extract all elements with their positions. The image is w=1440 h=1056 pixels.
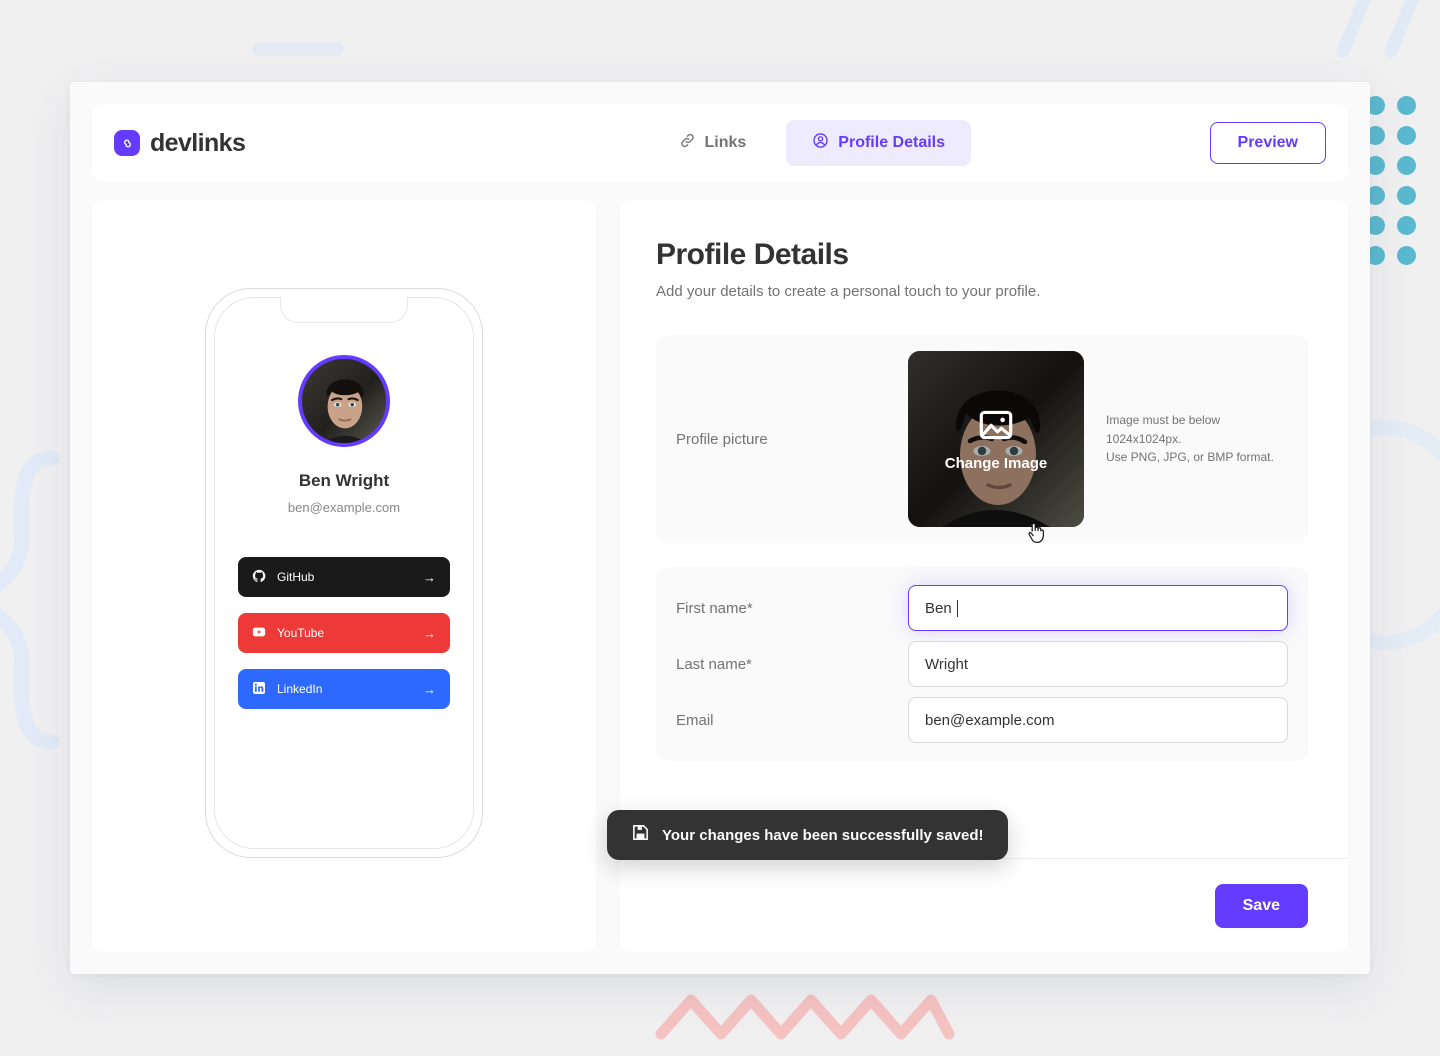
app-header: devlinks Links Profile Details Preview	[92, 104, 1348, 182]
brand-name: devlinks	[150, 128, 246, 157]
preview-link-github[interactable]: GitHub →	[238, 557, 450, 597]
preview-links-list: GitHub → YouTube → LinkedIn →	[238, 557, 450, 709]
avatar	[298, 355, 390, 447]
deco-slash-icon	[1382, 0, 1435, 60]
youtube-icon	[252, 625, 266, 642]
preview-name: Ben Wright	[298, 471, 390, 490]
first-name-value: Ben	[925, 599, 952, 617]
preview-email: ben@example.com	[287, 500, 401, 515]
arrow-right-icon: →	[423, 625, 436, 641]
deco-dot-grid	[1366, 96, 1418, 276]
last-name-label: Last name*	[676, 655, 752, 673]
deco-brace-icon	[0, 450, 60, 750]
page-subtitle: Add your details to create a personal to…	[656, 283, 1041, 300]
toast-notification: Your changes have been successfully save…	[607, 810, 1008, 860]
deco-zigzag-icon	[655, 994, 955, 1040]
hint-line-1: Image must be below 1024x1024px.	[1106, 413, 1221, 446]
email-input[interactable]	[908, 697, 1288, 743]
preview-link-label: LinkedIn	[277, 682, 323, 696]
field-row-last-name: Last name*	[676, 641, 1288, 687]
hint-line-2: Use PNG, JPG, or BMP format.	[1106, 450, 1274, 465]
tab-profile-details[interactable]: Profile Details	[786, 120, 971, 166]
phone-preview-panel: Ben Wright ben@example.com GitHub → YouT…	[92, 200, 596, 952]
field-row-first-name: First name* Ben	[676, 585, 1288, 631]
deco-bar-top-left	[252, 42, 344, 56]
user-circle-icon	[812, 132, 829, 154]
save-button[interactable]: Save	[1214, 883, 1308, 928]
profile-picture-card: Profile picture Change Image Image must …	[656, 335, 1308, 543]
first-name-input[interactable]: Ben	[908, 585, 1288, 631]
linkedin-icon	[252, 681, 266, 698]
change-image-button[interactable]: Change Image	[908, 351, 1084, 527]
app-window: devlinks Links Profile Details Preview B…	[70, 82, 1370, 974]
page-title: Profile Details	[656, 238, 849, 271]
link-icon	[679, 132, 696, 154]
phone-notch	[280, 297, 408, 323]
text-caret	[956, 599, 958, 617]
preview-link-linkedin[interactable]: LinkedIn →	[238, 669, 450, 709]
devlinks-logo-icon	[114, 130, 140, 156]
nav-tabs: Links Profile Details	[414, 120, 1210, 166]
preview-link-youtube[interactable]: YouTube →	[238, 613, 450, 653]
profile-picture-hint: Image must be below 1024x1024px. Use PNG…	[1106, 411, 1286, 467]
phone-mockup: Ben Wright ben@example.com GitHub → YouT…	[205, 288, 483, 858]
email-label: Email	[676, 711, 714, 729]
preview-button[interactable]: Preview	[1209, 122, 1326, 164]
tab-profile-details-label: Profile Details	[838, 134, 945, 151]
first-name-label: First name*	[676, 599, 753, 617]
tab-links[interactable]: Links	[653, 120, 773, 166]
arrow-right-icon: →	[423, 569, 436, 585]
save-disk-icon	[631, 823, 650, 847]
profile-fields-card: First name* Ben Last name* Email	[656, 567, 1308, 761]
mouse-cursor-pointer	[1028, 522, 1045, 544]
deco-slash-icon	[1334, 0, 1387, 60]
profile-picture-label: Profile picture	[676, 430, 768, 448]
last-name-input[interactable]	[908, 641, 1288, 687]
field-row-email: Email	[676, 697, 1288, 743]
preview-link-label: YouTube	[277, 626, 325, 640]
toast-message: Your changes have been successfully save…	[662, 826, 984, 844]
image-upload-icon	[978, 407, 1014, 448]
form-footer: Save	[620, 858, 1348, 952]
change-image-label: Change Image	[944, 454, 1048, 472]
preview-link-label: GitHub	[277, 570, 315, 584]
brand: devlinks	[114, 129, 414, 158]
arrow-right-icon: →	[423, 681, 436, 697]
tab-links-label: Links	[704, 134, 747, 151]
github-icon	[252, 569, 266, 586]
